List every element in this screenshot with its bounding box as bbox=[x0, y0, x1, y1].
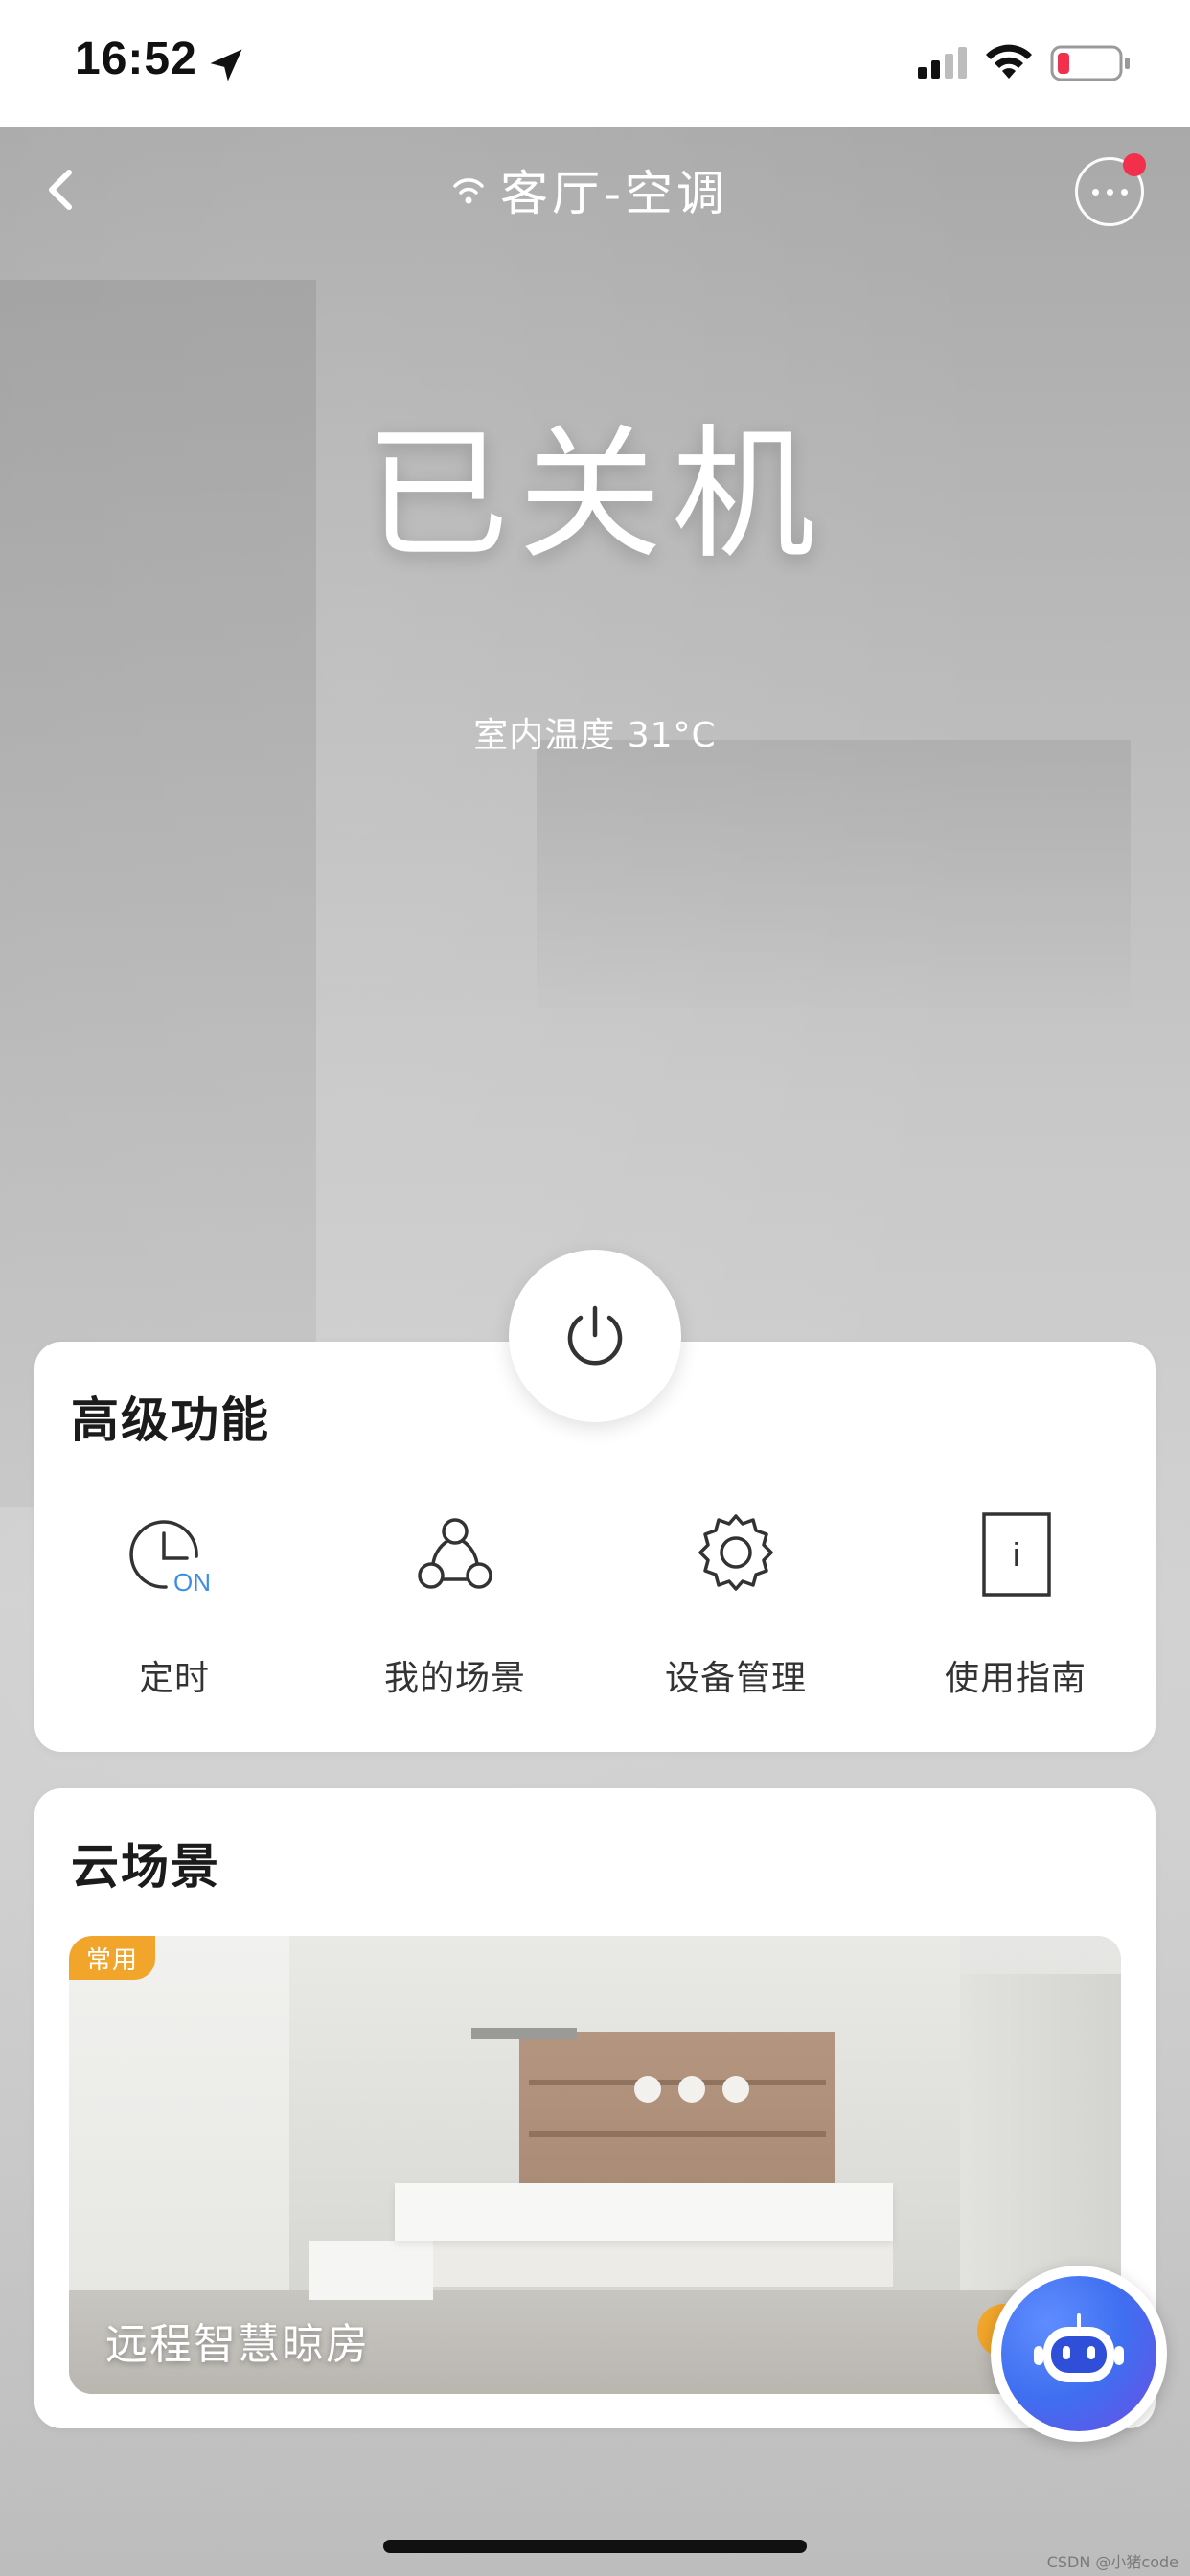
cloud-scene-title: 云场景 bbox=[71, 1839, 220, 1895]
timer-label: 定时 bbox=[138, 1659, 210, 1698]
guide-glyph: i bbox=[1013, 1537, 1020, 1574]
notification-dot bbox=[1123, 153, 1146, 176]
watermark: CSDN @小猪code bbox=[1046, 2553, 1179, 2571]
device-management-label: 设备管理 bbox=[664, 1659, 807, 1698]
my-scenes-label: 我的场景 bbox=[383, 1659, 526, 1698]
my-scenes-button[interactable]: 我的场景 bbox=[331, 1503, 580, 1704]
device-title-text: 客厅-空调 bbox=[500, 166, 729, 221]
more-dot bbox=[1106, 188, 1113, 196]
scene-name: 远程智慧晾房 bbox=[105, 2320, 370, 2369]
scene-image-bench bbox=[309, 2241, 433, 2300]
scene-image-island bbox=[395, 2183, 893, 2241]
assistant-button[interactable] bbox=[991, 2266, 1167, 2442]
scene-image-hood bbox=[471, 2028, 577, 2039]
scene-frequent-badge: 常用 bbox=[69, 1936, 156, 1980]
timer-on-icon: ON bbox=[129, 1520, 211, 1597]
scene-image-shelf bbox=[529, 2080, 826, 2085]
power-status-text: 已关机 bbox=[364, 412, 825, 579]
location-arrow-icon bbox=[210, 49, 242, 81]
status-bar: 16:52 bbox=[0, 0, 1190, 126]
scene-image-island-base bbox=[433, 2241, 893, 2287]
assistant-badge bbox=[1001, 2276, 1156, 2431]
scene-nodes-icon bbox=[418, 1518, 492, 1589]
more-dots-icon bbox=[1091, 188, 1099, 196]
wifi-icon bbox=[986, 44, 1032, 79]
status-time: 16:52 bbox=[75, 34, 197, 84]
cloud-scene-card: 云场景 常用 远程智慧晾房 开 bbox=[34, 1788, 1156, 2428]
user-guide-button[interactable]: i 使用指南 bbox=[891, 1503, 1140, 1704]
indoor-temperature: 室内温度 31°C bbox=[473, 716, 717, 755]
guide-info-icon: i bbox=[982, 1512, 1051, 1597]
back-button[interactable] bbox=[34, 159, 88, 220]
scene-image-plate bbox=[722, 2076, 749, 2103]
timer-button[interactable]: ON 定时 bbox=[50, 1503, 299, 1704]
advanced-functions-title: 高级功能 bbox=[71, 1392, 270, 1448]
chevron-left-icon bbox=[49, 170, 72, 210]
user-guide-label: 使用指南 bbox=[944, 1659, 1087, 1698]
battery-low-icon bbox=[1050, 45, 1130, 81]
device-management-button[interactable]: 设备管理 bbox=[611, 1503, 860, 1704]
scene-image-shelf bbox=[529, 2131, 826, 2137]
gear-icon bbox=[698, 1514, 773, 1591]
power-icon bbox=[567, 1305, 623, 1366]
robot-assistant-icon bbox=[1034, 2313, 1124, 2382]
device-title: 客厅-空调 bbox=[450, 159, 728, 221]
background-shelf bbox=[537, 740, 1131, 1008]
power-button[interactable] bbox=[509, 1250, 681, 1422]
scene-image-plate bbox=[634, 2076, 661, 2103]
home-indicator[interactable] bbox=[383, 2540, 807, 2553]
more-dot bbox=[1120, 188, 1128, 196]
scene-card-smart-laundry[interactable]: 常用 远程智慧晾房 开 bbox=[69, 1936, 1121, 2394]
wifi-small-icon bbox=[453, 178, 484, 204]
timer-on-badge: ON bbox=[173, 1568, 211, 1597]
scene-image-plate bbox=[678, 2076, 705, 2103]
cellular-signal-icon bbox=[918, 47, 967, 79]
